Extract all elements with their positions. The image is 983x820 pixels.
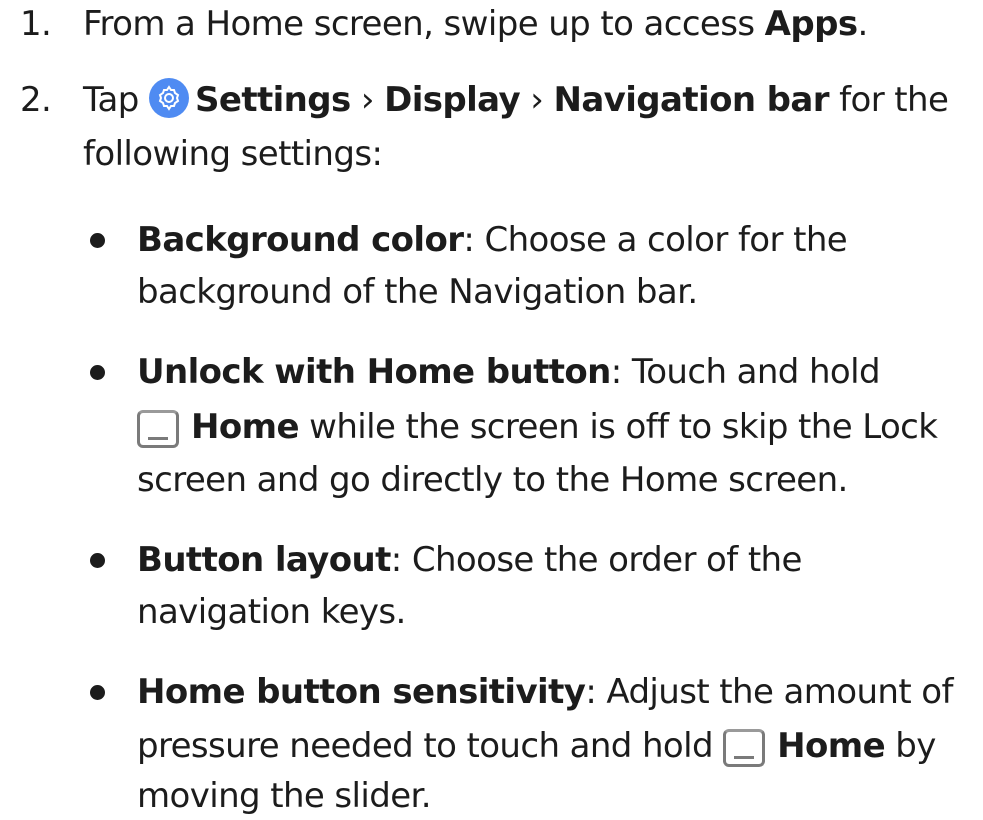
bullet-unlock-home-line-2: Home while the screen is off to skip the… (137, 405, 938, 449)
bullet-unlock-home-line-3: screen and go directly to the Home scree… (137, 460, 848, 500)
bullet-unlock-home-line-1: Unlock with Home button: Touch and hold (137, 352, 881, 392)
bullet-home-sensitivity-line-2: pressure needed to touch and hold Home b… (137, 726, 936, 767)
home-key-icon (137, 410, 179, 448)
bullet-home-sensitivity-line-1: Home button sensitivity: Adjust the amou… (137, 672, 953, 712)
step-2-line-2: following settings: (83, 134, 383, 174)
home-sensitivity-term: Home button sensitivity (137, 672, 586, 712)
unlock-home-term: Unlock with Home button (137, 352, 611, 392)
step-2-line-1: Tap Settings › Display › Navigation bar … (83, 78, 949, 120)
step-2-number: 2. (20, 80, 52, 120)
bullet-button-layout-line-2: navigation keys. (137, 592, 406, 632)
home-label: Home (191, 407, 300, 447)
bullet-dot (90, 365, 105, 380)
bullet-dot (90, 685, 105, 700)
home-label: Home (777, 726, 886, 766)
button-layout-term: Button layout (137, 540, 391, 580)
display-label: Display (384, 80, 521, 120)
background-color-term: Background color (137, 220, 464, 260)
bullet-home-sensitivity-line-3: moving the slider. (137, 776, 432, 816)
settings-label: Settings (194, 80, 351, 120)
step-2: 2. (20, 78, 52, 122)
bullet-dot (90, 553, 105, 568)
step-1: 1. (20, 2, 52, 46)
step-1-text: From a Home screen, swipe up to access A… (83, 4, 868, 44)
bullet-dot (90, 233, 105, 248)
apps-label: Apps (764, 4, 858, 44)
step-1-number: 1. (20, 4, 52, 44)
settings-gear-icon (148, 78, 189, 118)
home-key-icon (723, 729, 766, 767)
navigation-bar-label: Navigation bar (553, 80, 829, 120)
bullet-background-color-line-2: background of the Navigation bar. (137, 272, 698, 312)
bullet-button-layout-line-1: Button layout: Choose the order of the (137, 540, 802, 580)
bullet-background-color-line-1: Background color: Choose a color for the (137, 220, 848, 260)
